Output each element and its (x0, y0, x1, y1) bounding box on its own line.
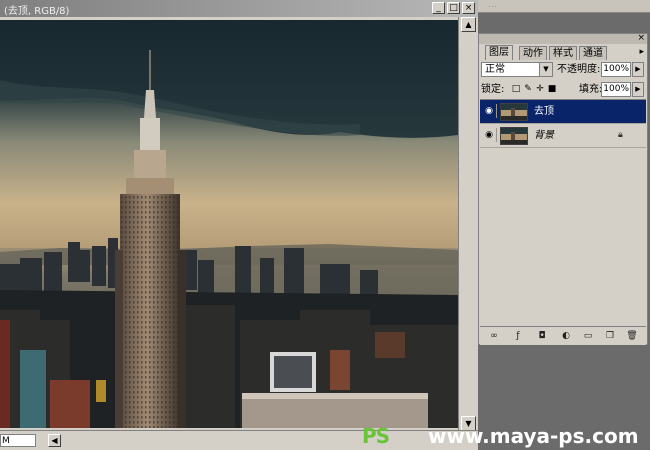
panel-menu-icon[interactable]: ▸ (639, 47, 644, 57)
image-canvas[interactable] (0, 20, 458, 428)
layers-panel: × 图层 动作 样式 通道 ▸ 正常 ▼ 不透明度: 100% ▶ 锁定: □ … (478, 33, 648, 345)
layer-name[interactable]: 去顶 (534, 105, 554, 118)
layer-thumbnail (500, 103, 528, 121)
mask-icon[interactable]: ◘ (536, 330, 548, 342)
blend-mode-select[interactable]: 正常 ▼ (481, 62, 553, 77)
opacity-label: 不透明度: (557, 64, 601, 75)
lock-all-icon[interactable]: ■ (547, 83, 557, 95)
layer-list: ◉ 去顶 ◉ 背景 🔒︎ (480, 99, 646, 326)
blend-mode-value: 正常 (485, 64, 505, 75)
scroll-left-icon[interactable]: ◀ (48, 434, 61, 447)
fill-label: 填充: (579, 84, 603, 95)
layer-row-background[interactable]: ◉ 背景 🔒︎ (480, 124, 646, 148)
opacity-input[interactable]: 100% (601, 62, 631, 77)
layer-thumbnail (500, 127, 528, 145)
panel-close-icon[interactable]: × (637, 34, 645, 43)
minimize-button[interactable]: _ (432, 2, 445, 14)
watermark-logo: PS (362, 424, 390, 448)
chevron-down-icon[interactable]: ▼ (539, 63, 552, 76)
zoom-field[interactable]: M (0, 434, 36, 447)
layer-row-qu-ding[interactable]: ◉ 去顶 (480, 100, 646, 124)
lock-label: 锁定: (481, 84, 505, 95)
fill-input[interactable]: 100% (601, 82, 631, 97)
document-titlebar[interactable]: (去顶, RGB/8) _ □ × (0, 0, 478, 17)
tab-channels[interactable]: 通道 (579, 46, 607, 60)
panel-bottom-toolbar: ∞ ƒ ◘ ◐ ▭ ❐ 🗑︎ (480, 326, 646, 345)
new-layer-icon[interactable]: ❐ (604, 330, 616, 342)
folder-icon[interactable]: ▭ (582, 330, 594, 342)
blend-row: 正常 ▼ 不透明度: 100% ▶ (481, 62, 645, 78)
fill-slider-icon[interactable]: ▶ (632, 82, 644, 97)
maximize-button[interactable]: □ (447, 2, 460, 14)
top-panel-text: … (488, 0, 497, 10)
document-window: (去顶, RGB/8) _ □ × ▲ ▼ M ◀ (0, 0, 478, 450)
layer-name[interactable]: 背景 (534, 129, 554, 142)
eye-icon[interactable]: ◉ (482, 128, 497, 142)
top-panel: … (478, 0, 650, 13)
document-title: (去顶, RGB/8) (4, 6, 70, 17)
link-icon[interactable]: ∞ (488, 330, 500, 342)
tab-layers[interactable]: 图层 (485, 45, 513, 60)
panel-header[interactable]: × (479, 34, 647, 44)
lock-paint-icon[interactable]: ✎ (523, 83, 533, 95)
status-bar: M ◀ (0, 430, 478, 450)
adjustment-icon[interactable]: ◐ (560, 330, 572, 342)
vertical-scrollbar[interactable]: ▲ ▼ (458, 17, 478, 433)
eye-icon[interactable]: ◉ (482, 104, 497, 118)
close-button[interactable]: × (462, 2, 475, 14)
lock-row: 锁定: □ ✎ ✛ ■ 填充: 100% ▶ (481, 82, 645, 98)
trash-icon[interactable]: 🗑︎ (626, 330, 638, 342)
city-photo (0, 20, 458, 428)
lock-position-icon[interactable]: ✛ (535, 83, 545, 95)
watermark-text: www.maya-ps.com (428, 424, 639, 448)
tab-styles[interactable]: 样式 (549, 46, 577, 60)
lock-icon: 🔒︎ (618, 130, 623, 140)
layer-style-icon[interactable]: ƒ (512, 330, 524, 342)
lock-transparency-icon[interactable]: □ (511, 83, 521, 95)
opacity-slider-icon[interactable]: ▶ (632, 62, 644, 77)
scroll-up-icon[interactable]: ▲ (461, 17, 476, 32)
tab-actions[interactable]: 动作 (519, 46, 547, 60)
panel-tabs: 图层 动作 样式 通道 ▸ (479, 44, 647, 60)
